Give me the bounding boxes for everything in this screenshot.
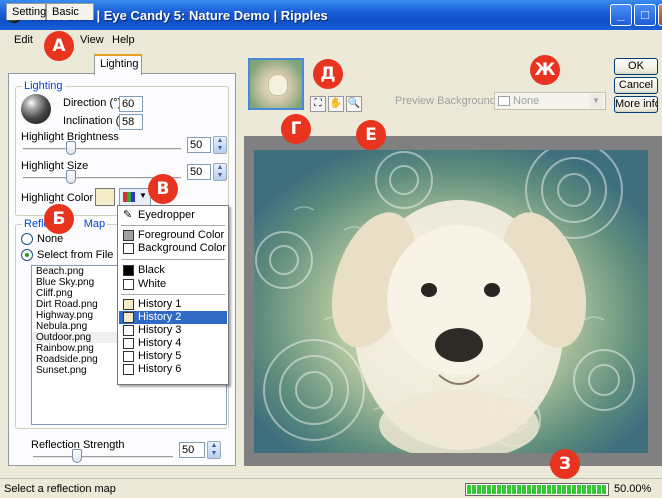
reflection-strength-slider-track[interactable]: [33, 456, 173, 459]
menu-edit[interactable]: Edit: [14, 34, 33, 46]
white-color-item[interactable]: White: [119, 278, 227, 291]
annotation-badge-d: Д: [313, 59, 343, 89]
history-swatch: [123, 325, 134, 336]
menu-bar: Edit View Help: [0, 30, 662, 50]
highlight-size-label: Highlight Size: [21, 160, 89, 172]
history-swatch: [123, 338, 134, 349]
highlight-brightness-input[interactable]: [187, 137, 211, 153]
highlight-size-slider-thumb[interactable]: [66, 170, 77, 184]
foreground-color-item[interactable]: Foreground Color: [119, 229, 227, 242]
history-swatch: [123, 351, 134, 362]
annotation-badge-e: Е: [356, 120, 386, 150]
palette-icon: [123, 192, 135, 202]
lighting-group-legend: Lighting: [22, 80, 65, 92]
highlight-brightness-slider-track[interactable]: [23, 148, 181, 151]
highlight-brightness-spinner[interactable]: ▲ ▼: [213, 136, 227, 154]
annotation-badge-z: З: [550, 449, 580, 479]
eyedropper-item[interactable]: ✎ Eyedropper: [119, 209, 227, 222]
highlight-brightness-slider-thumb[interactable]: [66, 141, 77, 155]
highlight-size-input[interactable]: [187, 164, 211, 180]
white-swatch: [123, 279, 134, 290]
more-info-button[interactable]: More info...: [614, 96, 658, 113]
minimize-button[interactable]: _: [610, 4, 632, 26]
color-palette-button[interactable]: ▼: [119, 188, 151, 206]
menu-separator: [121, 259, 225, 260]
reflection-file-label: Select from File: [37, 249, 114, 261]
foreground-swatch: [123, 230, 134, 241]
tab-settings[interactable]: Settings: [6, 3, 52, 20]
black-swatch: [123, 265, 134, 276]
preview-background-label: Preview Background:: [395, 95, 499, 107]
title-bar: Alien Skin | Eye Candy 5: Nature Demo | …: [0, 0, 662, 30]
history-item-selected[interactable]: History 2: [119, 311, 227, 324]
background-color-item[interactable]: Background Color: [119, 242, 227, 255]
tab-basic[interactable]: Basic: [46, 3, 94, 20]
chevron-down-icon: ▼: [139, 191, 147, 200]
reflection-none-radio[interactable]: [21, 233, 33, 245]
history-swatch: [123, 299, 134, 310]
direction-input[interactable]: [119, 96, 143, 112]
annotation-badge-v: В: [148, 174, 178, 204]
annotation-badge-b: Б: [44, 204, 74, 234]
menu-help[interactable]: Help: [112, 34, 135, 46]
zoom-level: 50.00%: [614, 483, 652, 495]
annotation-badge-a: А: [44, 31, 74, 61]
reflection-strength-slider-thumb[interactable]: [71, 449, 82, 463]
cancel-button[interactable]: Cancel: [614, 77, 658, 94]
reflection-file-radio[interactable]: [21, 249, 33, 261]
menu-separator: [121, 294, 225, 295]
puppy-thumbnail-shape: [268, 74, 288, 96]
maximize-button[interactable]: □: [634, 4, 656, 26]
light-direction-sphere[interactable]: [21, 94, 51, 124]
menu-view[interactable]: View: [80, 34, 104, 46]
rippled-puppy-preview: [254, 150, 648, 453]
chevron-down-icon: ▼: [589, 94, 603, 108]
black-color-item[interactable]: Black: [119, 264, 227, 277]
magnifier-icon[interactable]: 🔍: [346, 96, 362, 112]
zoom-fit-icon[interactable]: ⛶: [310, 96, 326, 112]
preview-background-select[interactable]: None ▼: [494, 92, 606, 110]
progress-fill: [467, 485, 607, 494]
status-text: Select a reflection map: [4, 483, 116, 495]
highlight-color-swatch[interactable]: [95, 188, 115, 206]
history-item[interactable]: History 6: [119, 363, 227, 376]
history-item[interactable]: History 1: [119, 298, 227, 311]
annotation-badge-zh: Ж: [530, 55, 560, 85]
reflection-strength-spinner[interactable]: ▲ ▼: [207, 441, 221, 459]
inclination-label: Inclination (°): [63, 115, 128, 127]
highlight-size-spinner[interactable]: ▲ ▼: [213, 163, 227, 181]
ok-button[interactable]: OK: [614, 58, 658, 75]
annotation-badge-g: Г: [281, 114, 311, 144]
menu-separator: [121, 225, 225, 226]
history-swatch: [123, 364, 134, 375]
preview-image[interactable]: [254, 150, 648, 453]
hand-tool-icon[interactable]: ✋: [328, 96, 344, 112]
close-button[interactable]: X: [658, 4, 662, 26]
background-swatch-icon: [498, 96, 510, 106]
inclination-input[interactable]: [119, 114, 143, 130]
history-item[interactable]: History 3: [119, 324, 227, 337]
history-item[interactable]: History 4: [119, 337, 227, 350]
navigator-thumbnail[interactable]: [248, 58, 304, 110]
render-progress-bar: [465, 483, 609, 496]
reflection-none-label: None: [37, 233, 64, 245]
eyedropper-icon: ✎: [123, 209, 133, 221]
history-item[interactable]: History 5: [119, 350, 227, 363]
history-swatch: [123, 312, 134, 323]
direction-label: Direction (°): [63, 97, 122, 109]
highlight-color-label: Highlight Color: [21, 192, 94, 204]
background-swatch: [123, 243, 134, 254]
highlight-color-menu: ✎ Eyedropper Foreground Color Background…: [117, 205, 229, 385]
reflection-strength-input[interactable]: [179, 442, 205, 458]
tab-lighting[interactable]: Lighting: [94, 54, 142, 75]
